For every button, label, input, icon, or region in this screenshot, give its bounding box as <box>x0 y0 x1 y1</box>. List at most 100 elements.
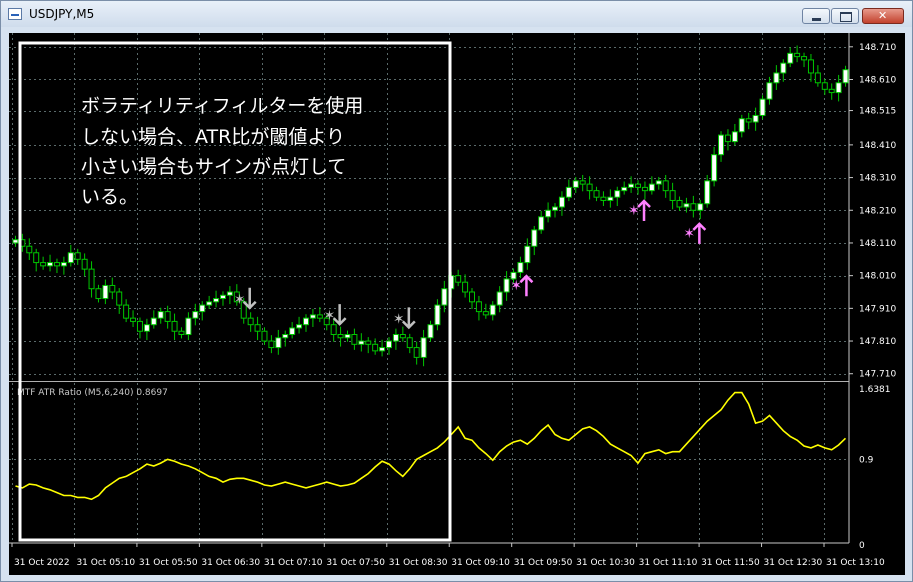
candle-body <box>275 337 282 349</box>
candle-body <box>379 347 386 352</box>
price-chart[interactable]: ✶ ✶ ✶ ✶ ✶ ✶ 148.710 148.610 148.515 148.410 148.3… <box>9 33 905 575</box>
candle-body <box>766 82 773 100</box>
candle-body <box>60 262 67 267</box>
sell-arrow-icon <box>401 307 416 330</box>
annotation-line-1: ボラティリティフィルターを使用 <box>81 95 363 117</box>
candle-body <box>565 186 572 198</box>
candle-body <box>814 72 821 84</box>
candle-body <box>88 268 95 290</box>
title-bar[interactable]: USDJPY,M5 <box>1 1 912 27</box>
candle-body <box>517 262 524 273</box>
time-tick-label: 31 Oct 10:30 <box>576 558 635 568</box>
candle-body <box>95 288 102 300</box>
time-tick-label: 31 Oct 12:30 <box>764 558 823 568</box>
candle-body <box>254 324 261 332</box>
annotation-line-3: 小さい場合もサインが点灯して <box>81 156 346 178</box>
candle-body <box>614 190 621 198</box>
candle-body <box>81 258 88 270</box>
candle-body <box>697 203 704 211</box>
time-axis: 31 Oct 2022 31 Oct 05:10 31 Oct 05:50 31 Oc… <box>11 543 885 568</box>
candle-body <box>67 252 74 264</box>
candle-body <box>296 324 303 329</box>
candle-body <box>47 262 54 267</box>
candle-body <box>718 134 725 156</box>
time-tick-label: 31 Oct 09:10 <box>451 558 510 568</box>
time-tick-label: 31 Oct 2022 <box>14 558 70 568</box>
candle-body <box>226 291 233 296</box>
time-tick-label: 31 Oct 11:50 <box>701 558 760 568</box>
candle-body <box>641 186 648 192</box>
candle-body <box>302 317 309 326</box>
candle-body <box>26 245 33 254</box>
indicator-axis: 1.6381 0.9 0 <box>859 385 891 551</box>
price-tick-label: 148.210 <box>859 206 896 216</box>
candle-body <box>628 183 635 188</box>
candle-body <box>828 88 835 94</box>
time-tick-label: 31 Oct 08:30 <box>389 558 448 568</box>
candle-body <box>593 190 600 198</box>
candle-body <box>462 281 469 293</box>
candle-body <box>669 190 676 201</box>
candle-body <box>586 183 593 192</box>
candle-body <box>455 275 462 283</box>
candle-body <box>621 186 628 192</box>
time-tick-label: 31 Oct 07:10 <box>264 558 323 568</box>
candle-body <box>109 284 116 293</box>
time-tick-label: 31 Oct 07:50 <box>326 558 385 568</box>
minimize-button[interactable] <box>802 8 830 24</box>
candle-body <box>759 98 766 116</box>
candle-body <box>690 203 697 211</box>
candle-body <box>545 209 552 218</box>
candle-body <box>192 311 199 319</box>
candles <box>12 45 849 367</box>
atr-ratio-indicator <box>15 391 847 501</box>
candle-body <box>33 252 40 264</box>
candle-body <box>372 343 379 352</box>
candle-body <box>434 304 441 326</box>
buy-arrow-icon <box>519 274 534 297</box>
candle-body <box>801 56 808 61</box>
annotation-line-2: しない場合、ATR比が閾値より <box>81 126 345 148</box>
candle-body <box>469 291 476 303</box>
candle-body <box>738 118 745 133</box>
price-tick-label: 148.010 <box>859 272 896 282</box>
annotation-line-4: いる。 <box>81 186 138 208</box>
maximize-button[interactable] <box>831 8 859 24</box>
candle-body <box>344 334 351 339</box>
price-tick-label: 148.110 <box>859 239 896 249</box>
time-tick-label: 31 Oct 05:50 <box>139 558 198 568</box>
indicator-label: MTF ATR Ratio (M5,6,240) 0.8697 <box>17 388 168 398</box>
candle-body <box>773 72 780 84</box>
price-tick-label: 148.310 <box>859 174 896 184</box>
sell-star-icon: ✶ <box>234 292 246 308</box>
sell-arrow-icon <box>332 304 347 326</box>
candle-body <box>821 82 828 90</box>
candle-body <box>489 304 496 316</box>
candle-body <box>552 206 559 211</box>
close-button[interactable] <box>862 8 904 24</box>
candle-body <box>157 311 164 319</box>
chart-canvas[interactable]: ✶✶ ✶✶✶✶ 148.710148.610148.515148.410148.3… <box>9 33 905 575</box>
candle-body <box>206 301 213 306</box>
window-title: USDJPY,M5 <box>29 7 95 21</box>
candle-body <box>835 82 842 94</box>
price-tick-label: 148.610 <box>859 76 896 86</box>
candle-body <box>261 330 268 342</box>
candle-body <box>724 134 731 143</box>
candle-body <box>219 294 226 300</box>
candle-body <box>53 262 60 267</box>
candle-body <box>40 262 47 267</box>
candle-body <box>752 114 759 123</box>
candle-body <box>648 183 655 192</box>
candle-body <box>676 199 683 208</box>
candle-body <box>171 320 178 332</box>
candle-body <box>413 347 420 358</box>
candle-body <box>316 314 323 319</box>
candle-body <box>365 340 372 345</box>
price-tick-label: 148.515 <box>859 107 896 117</box>
candle-body <box>309 314 316 319</box>
candle-body <box>662 180 669 192</box>
candle-body <box>842 69 849 84</box>
price-axis: 148.710 148.610 148.515 148.410 148.310 148.2… <box>849 43 896 380</box>
candle-body <box>116 291 123 306</box>
